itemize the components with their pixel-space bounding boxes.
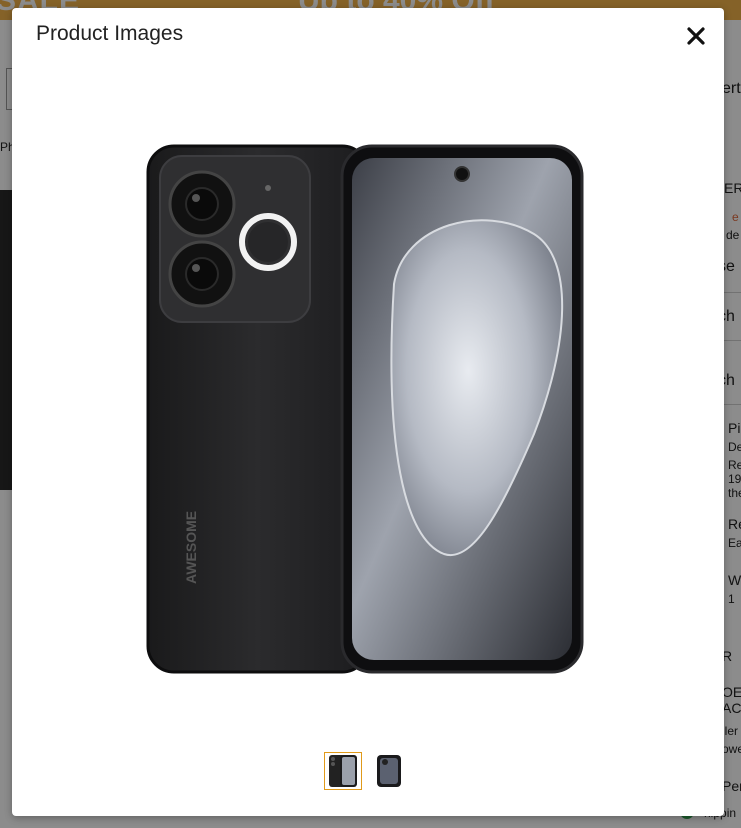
thumbnail-image-front-angle bbox=[377, 755, 401, 787]
svg-text:AWESOME: AWESOME bbox=[183, 511, 199, 584]
product-images-modal: Product Images AWESOME bbox=[12, 8, 724, 816]
phone-front bbox=[340, 144, 584, 674]
thumbnail-strip bbox=[324, 752, 408, 790]
thumbnail-image-back-front bbox=[329, 755, 357, 787]
close-button[interactable] bbox=[680, 20, 712, 52]
close-icon bbox=[687, 27, 705, 45]
thumbnail-2[interactable] bbox=[370, 752, 408, 790]
thumbnail-1[interactable] bbox=[324, 752, 362, 790]
modal-title: Product Images bbox=[36, 22, 184, 45]
main-product-image: AWESOME bbox=[146, 144, 584, 674]
phone-back: AWESOME bbox=[146, 144, 370, 674]
